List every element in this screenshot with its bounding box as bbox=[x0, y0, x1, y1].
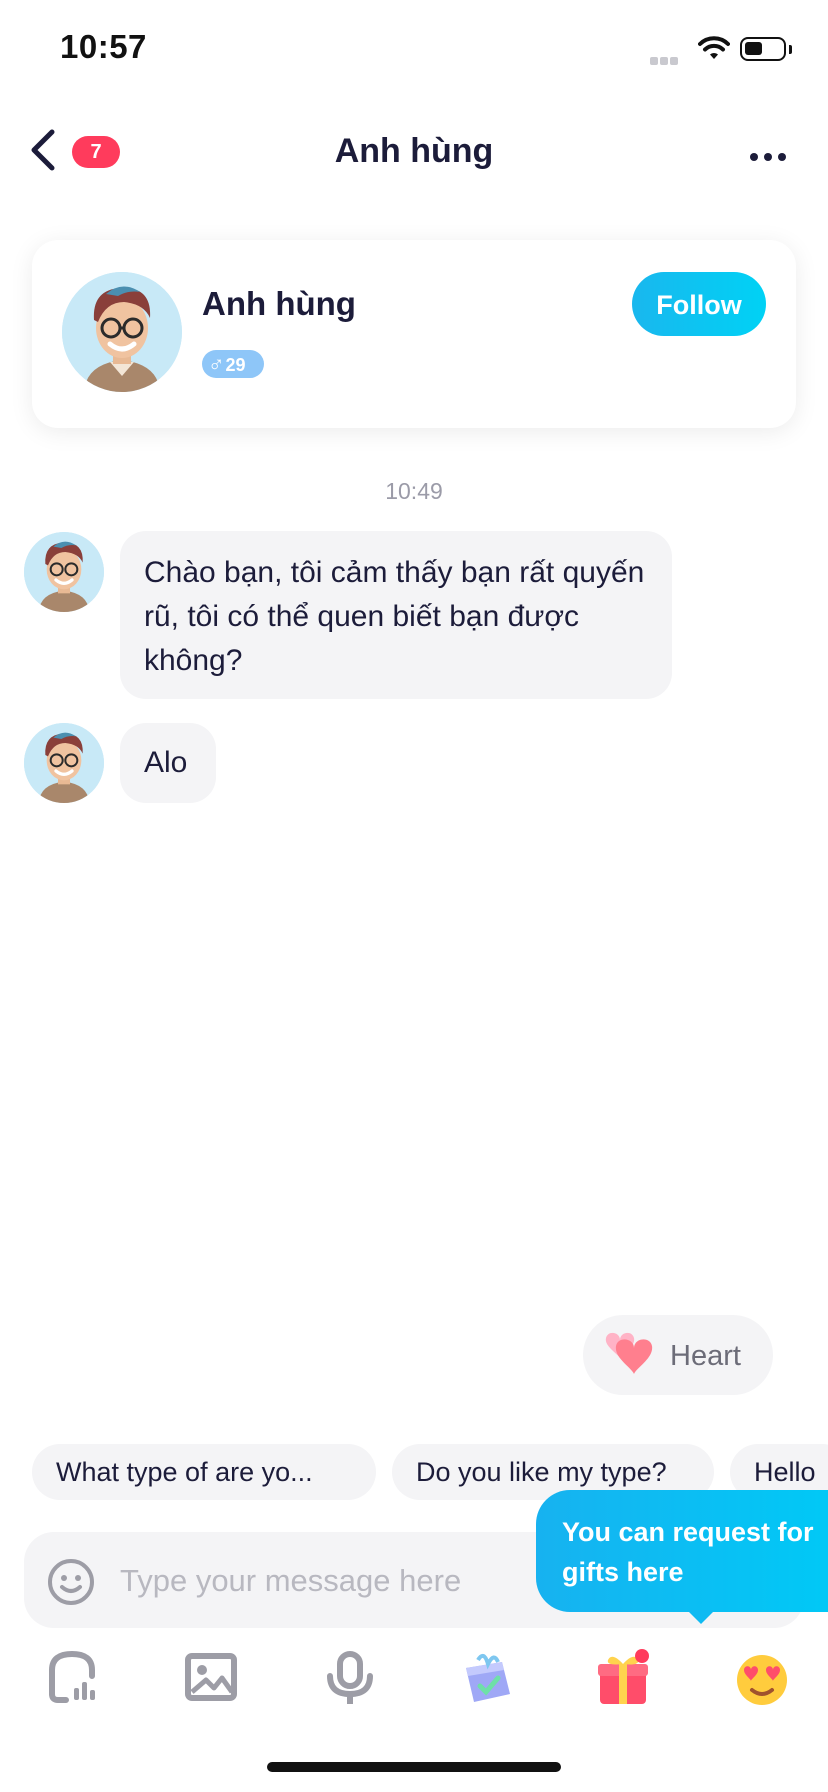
wifi-icon bbox=[698, 35, 730, 66]
gift-box-icon[interactable] bbox=[458, 1648, 518, 1708]
male-symbol-icon: ♂ bbox=[208, 351, 225, 376]
microphone-icon[interactable] bbox=[320, 1648, 380, 1708]
sender-avatar[interactable] bbox=[24, 532, 104, 612]
gift-icon[interactable] bbox=[594, 1648, 654, 1708]
more-options-icon[interactable] bbox=[750, 148, 792, 166]
follow-button[interactable]: Follow bbox=[632, 272, 766, 336]
gender-age-badge: ♂29 bbox=[202, 350, 264, 378]
sender-avatar[interactable] bbox=[24, 723, 104, 803]
battery-icon bbox=[740, 37, 786, 61]
message-time-separator: 10:49 bbox=[385, 478, 443, 504]
age-label: 29 bbox=[225, 355, 246, 375]
hearts-icon bbox=[598, 1326, 658, 1387]
home-indicator bbox=[267, 1762, 561, 1772]
heart-chip-label: Heart bbox=[670, 1340, 741, 1372]
battery-nub bbox=[789, 45, 792, 54]
image-icon[interactable] bbox=[182, 1648, 242, 1708]
page-title: Anh hùng bbox=[334, 132, 494, 170]
avatar[interactable] bbox=[62, 272, 182, 392]
gift-request-tooltip: You can request for gifts here bbox=[536, 1490, 828, 1612]
quick-reply-chip[interactable]: What type of are yo... bbox=[32, 1444, 376, 1500]
heart-eyes-emoji-icon[interactable] bbox=[732, 1648, 792, 1708]
profile-name: Anh hùng bbox=[202, 285, 356, 322]
cellular-signal-icon bbox=[650, 52, 680, 65]
message-bubble[interactable]: Alo bbox=[120, 723, 216, 803]
tooltip-arrow bbox=[687, 1610, 715, 1624]
message-input[interactable] bbox=[120, 1556, 540, 1606]
voice-room-icon[interactable] bbox=[44, 1648, 104, 1708]
message-bubble[interactable]: Chào bạn, tôi cảm thấy bạn rất quyến rũ,… bbox=[120, 531, 672, 699]
emoji-picker-icon[interactable] bbox=[46, 1557, 96, 1612]
status-time: 10:57 bbox=[60, 28, 147, 65]
